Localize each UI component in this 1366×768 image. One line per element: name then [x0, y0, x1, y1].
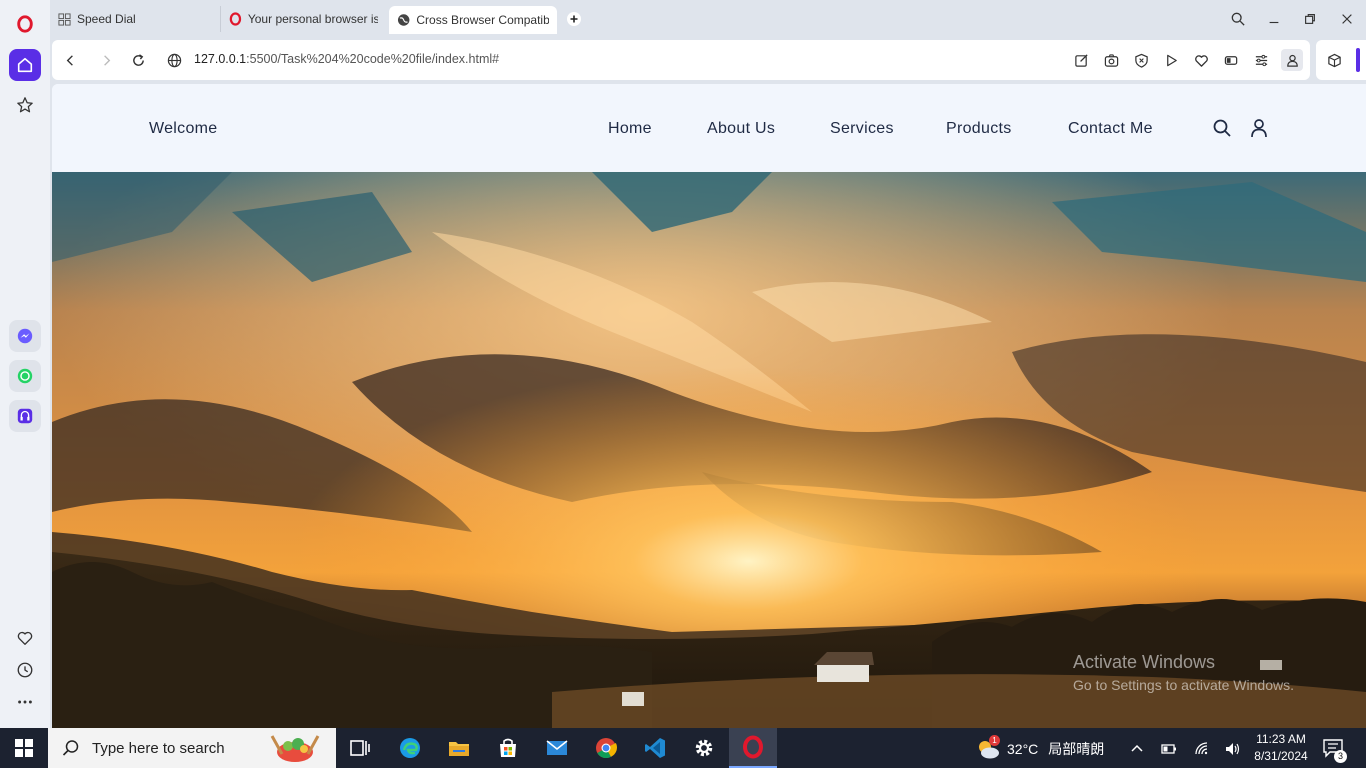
nav-contact-me[interactable]: Contact Me	[1068, 120, 1153, 138]
weather-widget[interactable]: 1 32°C 局部晴朗	[975, 735, 1105, 760]
site-info-globe-icon[interactable]	[164, 50, 184, 70]
speed-dial-icon	[58, 12, 71, 26]
vscode-icon[interactable]	[631, 728, 679, 768]
tab-label: Speed Dial	[77, 12, 136, 26]
web-page: Welcome Home About Us Services Products …	[52, 84, 1366, 728]
volume-icon[interactable]	[1224, 740, 1242, 758]
weather-alert-badge: 1	[989, 735, 1000, 746]
forward-icon[interactable]	[96, 50, 116, 70]
camera-icon[interactable]	[1101, 50, 1121, 70]
sidebar-accent-bar	[1356, 48, 1360, 72]
url-host: 127.0.0.1	[194, 52, 247, 66]
tab-label: Cross Browser Compatibil	[416, 13, 549, 27]
activate-windows-watermark: Activate Windows Go to Settings to activ…	[1073, 652, 1294, 693]
browser-sidebar	[0, 0, 50, 728]
edit-icon[interactable]	[1071, 50, 1091, 70]
player-play-icon[interactable]	[1161, 50, 1181, 70]
more-dots-icon[interactable]	[9, 686, 41, 718]
watermark-title: Activate Windows	[1073, 652, 1216, 672]
music-player-icon[interactable]	[9, 400, 41, 432]
site-navbar: Welcome Home About Us Services Products …	[52, 84, 1366, 172]
weather-sun-cloud-icon: 1	[975, 735, 1001, 760]
tab-speed-dial[interactable]: Speed Dial	[50, 6, 220, 32]
tab-label: Your personal browser is a	[247, 12, 378, 26]
taskbar-search-box[interactable]: Type here to search	[48, 728, 336, 768]
easy-setup-icon[interactable]	[1251, 50, 1271, 70]
chrome-icon[interactable]	[582, 728, 630, 768]
weather-description: 局部晴朗	[1048, 741, 1105, 757]
chevron-up-icon[interactable]	[1128, 740, 1146, 758]
address-bar-url[interactable]: 127.0.0.1:5500/Task%204%20code%20file/in…	[194, 52, 499, 66]
microsoft-store-icon[interactable]	[484, 728, 532, 768]
adblock-shield-icon[interactable]	[1131, 50, 1151, 70]
home-icon[interactable]	[9, 49, 41, 81]
clock-time: 11:23 AM	[1256, 732, 1306, 746]
whatsapp-icon[interactable]	[9, 360, 41, 392]
address-toolbar: 127.0.0.1:5500/Task%204%20code%20file/in…	[52, 40, 1310, 80]
wifi-icon[interactable]	[1193, 740, 1211, 758]
new-tab-button[interactable]	[564, 6, 584, 32]
close-icon[interactable]	[1336, 8, 1358, 30]
clock-date: 8/31/2024	[1254, 749, 1308, 763]
watermark-subtitle: Go to Settings to activate Windows.	[1073, 677, 1294, 693]
edge-icon[interactable]	[386, 728, 434, 768]
extensions-area	[1316, 40, 1366, 80]
nav-services[interactable]: Services	[830, 120, 894, 138]
search-placeholder: Type here to search	[92, 739, 225, 757]
search-icon[interactable]	[1212, 118, 1232, 138]
weather-temperature: 32°C	[1007, 741, 1039, 757]
salad-bowl-icon	[270, 735, 320, 762]
pinboards-star-icon[interactable]	[9, 89, 41, 121]
battery-saver-icon[interactable]	[1221, 50, 1241, 70]
bookmark-heart-icon[interactable]	[1191, 50, 1211, 70]
url-path: :5500/Task%204%20code%20file/index.html#	[246, 52, 500, 66]
search-icon	[62, 740, 79, 756]
restore-icon[interactable]	[1299, 8, 1321, 30]
opera-taskbar-icon[interactable]	[729, 728, 777, 768]
task-view-icon[interactable]	[336, 728, 384, 768]
tab-cross-browser[interactable]: Cross Browser Compatibil	[389, 6, 557, 34]
plus-icon	[567, 12, 581, 26]
hero-image-sunset-landscape	[52, 172, 1366, 728]
site-brand[interactable]: Welcome	[149, 120, 218, 138]
settings-gear-icon[interactable]	[680, 728, 728, 768]
reload-icon[interactable]	[128, 50, 148, 70]
windows-start-icon[interactable]	[0, 728, 48, 768]
minimize-icon[interactable]	[1263, 8, 1285, 30]
nav-products[interactable]: Products	[946, 120, 1012, 138]
notification-count-badge: 3	[1334, 750, 1347, 763]
opera-menu-icon[interactable]	[9, 8, 41, 40]
tab-search-icon[interactable]	[1227, 8, 1249, 30]
battery-icon[interactable]	[1160, 740, 1178, 758]
nav-about-us[interactable]: About Us	[707, 120, 775, 138]
user-icon[interactable]	[1249, 118, 1269, 138]
mail-icon[interactable]	[533, 728, 581, 768]
back-icon[interactable]	[60, 50, 80, 70]
history-clock-icon[interactable]	[9, 654, 41, 686]
tab-strip: Speed Dial Your personal browser is a Cr…	[50, 0, 1366, 38]
nav-home[interactable]: Home	[608, 120, 652, 138]
file-explorer-icon[interactable]	[435, 728, 483, 768]
profile-icon[interactable]	[1281, 49, 1303, 71]
messenger-icon[interactable]	[9, 320, 41, 352]
opera-icon	[229, 12, 242, 26]
system-clock[interactable]: 11:23 AM 8/31/2024	[1248, 731, 1314, 765]
globe-icon	[397, 14, 410, 26]
tab-opera-browser[interactable]: Your personal browser is a	[220, 6, 386, 32]
extensions-cube-icon[interactable]	[1324, 50, 1344, 70]
heart-icon[interactable]	[9, 622, 41, 654]
windows-taskbar: Type here to search 1 32°C 局部晴朗 11:23 AM…	[0, 728, 1366, 768]
